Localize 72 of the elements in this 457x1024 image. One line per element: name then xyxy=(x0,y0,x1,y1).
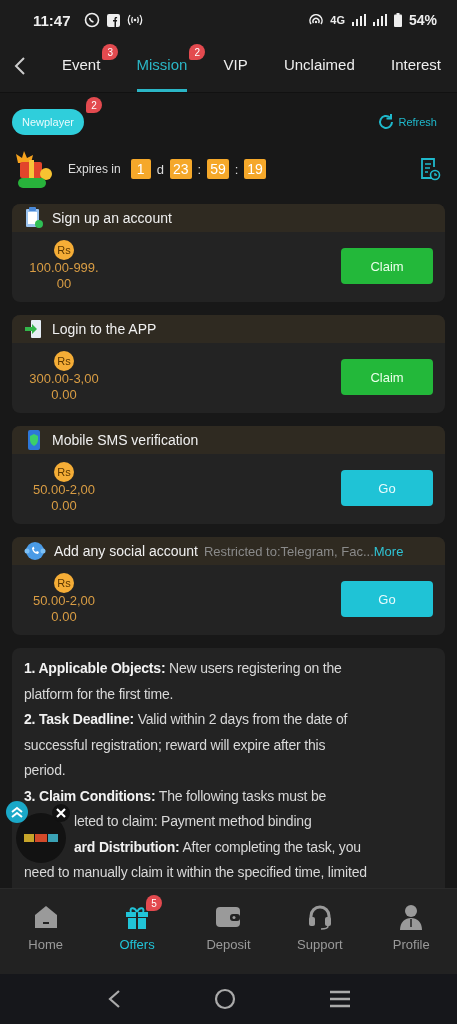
rule-text: platform for the first time. xyxy=(24,685,174,702)
close-icon[interactable] xyxy=(52,804,70,822)
rule-text: leted to claim: Payment method binding xyxy=(74,813,312,829)
refresh-icon xyxy=(377,113,396,131)
headset-icon xyxy=(306,904,333,930)
currency-coin: Rs xyxy=(54,351,74,371)
reward-amount: 50.00-2,00 0.00 xyxy=(32,593,96,625)
currency-coin: Rs xyxy=(54,573,74,593)
task-title: Sign up an account xyxy=(52,210,172,226)
signal-icon xyxy=(351,14,366,26)
tab[interactable]: Interest xyxy=(390,40,441,92)
nav-item[interactable]: Home xyxy=(10,903,81,952)
countdown-minutes: 59 xyxy=(207,159,229,179)
count-badge: 2 xyxy=(85,97,102,113)
nav-item[interactable]: Support xyxy=(284,903,355,952)
tab[interactable]: Mission xyxy=(136,40,188,92)
battery-level: 54% xyxy=(408,12,437,28)
rule-text: ard Distribution: After completing the task, you xyxy=(74,838,361,855)
rule-text: period. xyxy=(24,762,66,778)
tab[interactable]: VIP xyxy=(223,40,248,92)
time-separator: : xyxy=(197,161,202,177)
back-icon[interactable] xyxy=(14,56,26,76)
count-badge: 3 xyxy=(102,44,119,60)
more-link[interactable]: More xyxy=(373,543,404,559)
scroll-up-icon[interactable] xyxy=(6,801,28,823)
countdown-hours: 23 xyxy=(169,159,192,179)
tab[interactable]: Event xyxy=(62,40,101,92)
day-unit: d xyxy=(156,161,164,177)
wallet-icon xyxy=(214,904,243,930)
status-time: 11:47 xyxy=(33,11,71,29)
reward-amount: 50.00-2,00 0.00 xyxy=(32,482,96,514)
home-icon xyxy=(32,904,59,930)
logo-icon xyxy=(24,834,58,842)
reward-amount: 100.00-999. 00 xyxy=(29,260,99,292)
home-button-icon[interactable] xyxy=(213,988,236,1010)
currency-coin: Rs xyxy=(54,240,74,260)
menu-icon[interactable] xyxy=(328,990,351,1008)
chat-bubble-icon xyxy=(24,540,46,562)
back-icon[interactable] xyxy=(106,989,121,1009)
rule-text: successful registration; reward will expire after this xyxy=(24,736,326,753)
restriction-note: Restricted to:Telegram, Fac... xyxy=(204,543,374,559)
task-title: Add any social account xyxy=(54,543,198,559)
history-icon[interactable] xyxy=(419,157,441,181)
nav-item[interactable]: Deposit xyxy=(193,903,264,952)
hotspot-icon xyxy=(309,13,324,27)
gift-icon xyxy=(124,904,151,930)
currency-coin: Rs xyxy=(54,462,74,482)
count-badge: 2 xyxy=(189,44,206,60)
expiry-label: Expires in xyxy=(68,162,121,176)
clipboard-icon xyxy=(24,207,44,229)
task-title: Mobile SMS verification xyxy=(52,432,199,448)
rule-text: 2. Task Deadline: Valid within 2 days from the date of xyxy=(24,711,348,727)
battery-icon xyxy=(393,13,402,27)
person-icon xyxy=(398,904,425,930)
network-type: 4G xyxy=(330,14,345,26)
login-icon xyxy=(24,318,44,340)
time-separator: : xyxy=(234,161,239,177)
hotspot-icon xyxy=(126,13,143,27)
rule-text: need to manually claim it within the specified time, limited xyxy=(24,864,367,880)
task-title: Login to the APP xyxy=(52,321,157,337)
signal-icon xyxy=(372,14,387,26)
reward-amount: 300.00-3,00 0.00 xyxy=(29,371,99,403)
nav-item[interactable]: Profile xyxy=(376,903,447,952)
rule-text: 1. Applicable Objects: New users registering on the xyxy=(24,660,342,676)
countdown-days: 1 xyxy=(130,159,151,179)
social-icon xyxy=(106,13,120,27)
tab[interactable]: Unclaimed xyxy=(283,40,355,92)
refresh-button[interactable]: Refresh xyxy=(377,113,445,131)
rule-text: 3. Claim Conditions: The following tasks must be xyxy=(24,787,327,804)
chat-icon xyxy=(83,12,100,28)
countdown-seconds: 19 xyxy=(244,159,266,179)
count-badge: 5 xyxy=(146,895,163,911)
